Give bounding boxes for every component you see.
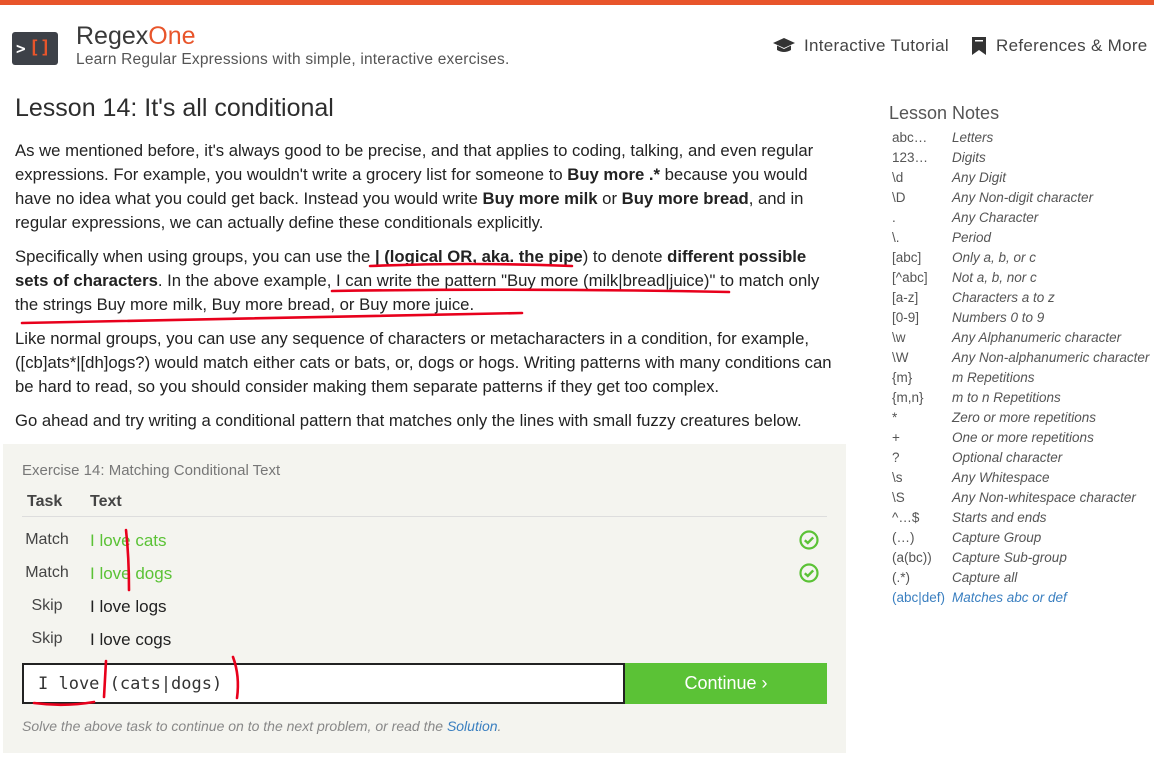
lesson-paragraph-4: Go ahead and try writing a conditional p… [15, 411, 802, 430]
note-syntax: [a-z] [892, 290, 919, 305]
column-header-text: Text [90, 493, 122, 510]
note-description: Numbers 0 to 9 [952, 310, 1045, 325]
text-run: Specifically when using groups, you can … [15, 247, 375, 266]
text-bold: Buy more bread [621, 189, 749, 208]
note-description: Not a, b, nor c [952, 270, 1037, 285]
note-description: Capture all [952, 570, 1018, 585]
header-divider [22, 516, 827, 517]
note-syntax: \S [892, 490, 905, 505]
note-description: Starts and ends [952, 510, 1047, 525]
column-header-task: Task [27, 493, 63, 510]
note-syntax: \w [892, 330, 906, 345]
exercise-hint: Solve the above task to continue on to t… [22, 718, 501, 734]
note-description: Any Non-whitespace character [952, 490, 1136, 505]
note-syntax: \s [892, 470, 903, 485]
exercise-title: Exercise 14: Matching Conditional Text [22, 462, 281, 479]
brand-one: One [148, 22, 196, 50]
note-description: Only a, b, or c [952, 250, 1037, 265]
row-text: I love cogs [90, 630, 172, 649]
check-circle-icon [799, 563, 819, 583]
note-syntax: {m} [892, 370, 913, 385]
note-description: One or more repetitions [952, 430, 1094, 445]
continue-button[interactable]: Continue › [625, 663, 827, 704]
lesson-title: Lesson 14: It's all conditional [15, 94, 334, 122]
note-description: Period [952, 230, 992, 245]
note-syntax: (a(bc)) [892, 550, 932, 565]
nav-interactive-tutorial[interactable]: Interactive Tutorial [772, 36, 949, 56]
note-description: Any Non-alphanumeric character [952, 350, 1150, 365]
note-syntax: \D [892, 190, 906, 205]
row-text: I love dogs [90, 564, 173, 583]
note-description: Digits [952, 150, 986, 165]
brand-tagline: Learn Regular Expressions with simple, i… [76, 51, 510, 68]
note-syntax: \W [892, 350, 909, 365]
note-syntax: abc… [892, 130, 928, 145]
note-syntax: 123… [892, 150, 929, 165]
note-description: Any Non-digit character [952, 190, 1094, 205]
exercise-row: Skip I love cogs [22, 622, 827, 655]
note-description: Any Digit [952, 170, 1007, 185]
note-syntax: (…) [892, 530, 915, 545]
note-syntax: (.*) [892, 570, 910, 585]
note-syntax: . [892, 210, 896, 225]
note-syntax: * [892, 410, 898, 425]
text-bold: Buy more milk [482, 189, 598, 208]
note-description: Capture Sub-group [952, 550, 1067, 565]
hint-suffix: . [497, 718, 502, 734]
note-description: Zero or more repetitions [952, 410, 1097, 425]
note-description: Optional character [952, 450, 1063, 465]
brand-regex: Regex [76, 22, 149, 50]
note-syntax: ^…$ [892, 510, 920, 525]
nav-label: Interactive Tutorial [804, 36, 949, 55]
check-circle-icon [799, 530, 819, 550]
exercise-row: Match I love cats [22, 523, 827, 556]
lesson-paragraph-3: Like normal groups, you can use any sequ… [15, 329, 832, 396]
graduation-cap-icon [773, 38, 795, 52]
note-description: m Repetitions [952, 370, 1035, 385]
exercise-row: Skip I love logs [22, 589, 827, 622]
regex-input[interactable]: I love (cats|dogs) [22, 663, 625, 704]
note-syntax: + [892, 430, 900, 445]
logo-icon[interactable]: >[] [12, 32, 58, 65]
text-bold: | (logical OR, aka. the pipe [374, 247, 583, 266]
note-syntax: [abc] [892, 250, 922, 265]
text-run: or [597, 189, 622, 208]
exercise-panel: Exercise 14: Matching Conditional Text T… [3, 444, 846, 753]
solution-link[interactable]: Solution [447, 718, 498, 734]
note-syntax: [0-9] [892, 310, 920, 325]
task-label: Skip [31, 630, 63, 647]
note-syntax: [^abc] [892, 270, 928, 285]
task-label: Skip [31, 597, 63, 614]
note-description: Characters a to z [952, 290, 1055, 305]
note-description: Any Whitespace [952, 470, 1050, 485]
lesson-notes-title: Lesson Notes [889, 103, 1000, 123]
exercise-row: Match I love dogs [22, 556, 827, 589]
hint-text: Solve the above task to continue on to t… [22, 718, 447, 734]
task-label: Match [25, 531, 69, 548]
note-description: Matches abc or def [952, 590, 1067, 605]
note-description: Capture Group [952, 530, 1042, 545]
note-syntax: \. [892, 230, 900, 245]
nav-references[interactable]: References & More [970, 36, 1148, 56]
text-run: ) to denote [582, 247, 668, 266]
note-description: m to n Repetitions [952, 390, 1061, 405]
nav-label: References & More [996, 36, 1148, 55]
text-bold: Buy more .* [567, 165, 661, 184]
note-syntax: ? [892, 450, 900, 465]
note-description: Letters [952, 130, 994, 145]
note-syntax: {m,n} [892, 390, 924, 405]
row-text: I love logs [90, 597, 167, 616]
lesson-paragraph-2: Specifically when using groups, you can … [15, 245, 835, 317]
task-label: Match [25, 564, 69, 581]
row-text: I love cats [90, 531, 167, 550]
brand-title[interactable]: RegexOne [76, 22, 196, 51]
note-syntax: (abc|def) [892, 590, 946, 605]
note-syntax: \d [892, 170, 904, 185]
top-accent-bar [0, 0, 1154, 5]
note-description: Any Character [952, 210, 1039, 225]
note-description: Any Alphanumeric character [952, 330, 1122, 345]
bookmark-icon [972, 37, 986, 55]
lesson-paragraph-1: As we mentioned before, it's always good… [15, 139, 835, 235]
